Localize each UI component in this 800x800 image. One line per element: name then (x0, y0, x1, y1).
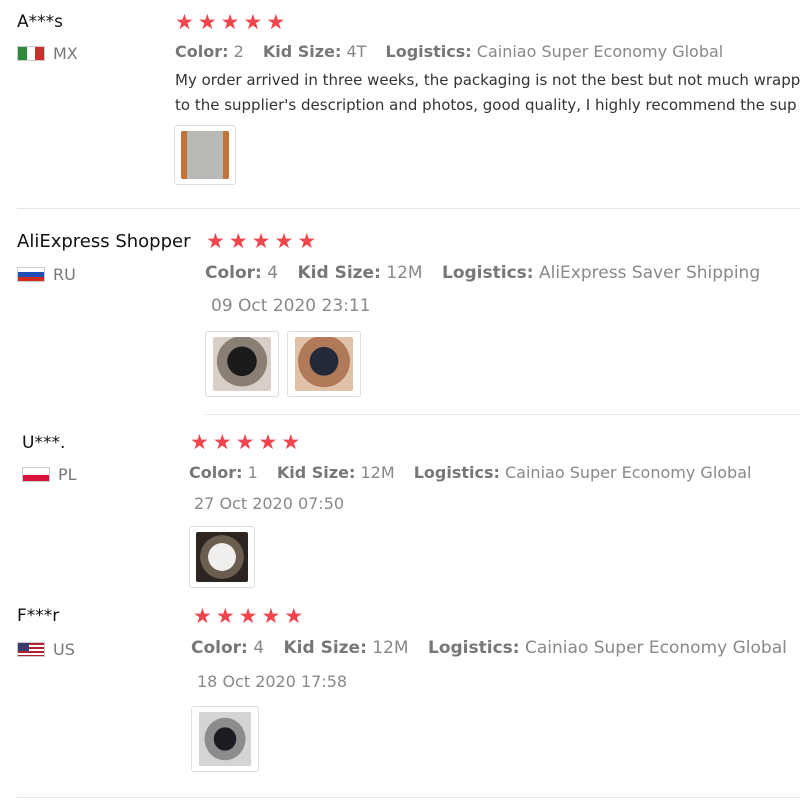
star-icon: ★ (220, 10, 240, 34)
logistics-label: Logistics: (442, 263, 534, 283)
logistics-value: Cainiao Super Economy Global (524, 638, 787, 658)
color-label: Color: (191, 638, 248, 658)
color-value: 2 (233, 42, 244, 61)
reviewer-name: A***s (17, 12, 63, 32)
reviewer-country: MX (17, 44, 78, 63)
star-icon: ★ (243, 10, 263, 34)
color-value: 4 (267, 263, 279, 283)
logistics-value: Cainiao Super Economy Global (476, 42, 724, 61)
photo-image (198, 712, 252, 766)
order-attributes: Color: 4 Kid Size: 12M Logistics: AliExp… (205, 263, 774, 283)
star-icon: ★ (190, 430, 209, 454)
star-rating: ★ ★ ★ ★ ★ (190, 432, 300, 453)
order-attributes: Color: 2 Kid Size: 4T Logistics: Cainiao… (175, 42, 737, 61)
star-icon: ★ (284, 604, 304, 628)
logistics-value: AliExpress Saver Shipping (538, 263, 761, 283)
reviewer-name: U***. (22, 433, 66, 453)
photo-image (295, 337, 353, 391)
size-label: Kid Size: (276, 463, 356, 482)
size-value: 12M (372, 638, 409, 658)
country-code: RU (53, 265, 76, 284)
star-icon: ★ (235, 430, 255, 454)
color-label: Color: (175, 42, 229, 61)
review-photo-thumbnail[interactable] (205, 331, 279, 397)
reviewer-name: AliExpress Shopper (17, 231, 191, 252)
photo-image (196, 531, 248, 583)
country-code: PL (58, 465, 77, 484)
review-text-line: My order arrived in three weeks, the pac… (175, 71, 800, 89)
logistics-value: Cainiao Super Economy Global (505, 463, 752, 482)
star-icon: ★ (274, 229, 294, 253)
star-rating: ★ ★ ★ ★ ★ (206, 231, 316, 252)
star-icon: ★ (193, 604, 212, 628)
star-icon: ★ (297, 229, 317, 253)
reviewer-country: PL (22, 465, 77, 484)
review-divider (205, 414, 800, 415)
size-value: 12M (360, 463, 395, 482)
star-icon: ★ (215, 604, 235, 628)
review-text-line: to the supplier's description and photos… (175, 96, 797, 114)
color-value: 4 (253, 638, 265, 658)
size-label: Kid Size: (283, 638, 367, 658)
country-code: US (53, 640, 75, 659)
review-photo-thumbnail[interactable] (287, 331, 361, 397)
order-attributes: Color: 4 Kid Size: 12M Logistics: Cainia… (191, 638, 800, 658)
photo-image (213, 337, 271, 391)
star-icon: ★ (228, 229, 248, 253)
usa-flag-icon (17, 642, 45, 657)
review-text: My order arrived in three weeks, the pac… (175, 68, 800, 118)
poland-flag-icon (22, 467, 50, 482)
star-icon: ★ (281, 430, 301, 454)
star-rating: ★ ★ ★ ★ ★ (193, 606, 303, 627)
order-attributes: Color: 1 Kid Size: 12M Logistics: Cainia… (189, 463, 765, 482)
star-icon: ★ (206, 229, 225, 253)
reviewer-name: F***r (17, 606, 60, 626)
mexico-flag-icon (17, 46, 45, 61)
reviewer-country: US (17, 640, 75, 659)
reviewer-country: RU (17, 265, 76, 284)
star-icon: ★ (261, 604, 281, 628)
star-icon: ★ (258, 430, 278, 454)
logistics-label: Logistics: (385, 42, 472, 61)
review-photo-thumbnail[interactable] (189, 526, 255, 588)
country-code: MX (53, 44, 78, 63)
review-date: 27 Oct 2020 07:50 (194, 494, 345, 513)
logistics-label: Logistics: (428, 638, 520, 658)
star-icon: ★ (212, 430, 232, 454)
review-divider (17, 797, 800, 798)
color-label: Color: (189, 463, 243, 482)
size-label: Kid Size: (262, 42, 342, 61)
star-icon: ★ (238, 604, 258, 628)
review-photo-thumbnail[interactable] (191, 706, 259, 772)
color-value: 1 (247, 463, 258, 482)
russia-flag-icon (17, 267, 45, 282)
size-label: Kid Size: (297, 263, 381, 283)
review-photo-thumbnail[interactable] (174, 125, 236, 185)
size-value: 4T (346, 42, 367, 61)
star-rating: ★ ★ ★ ★ ★ (175, 12, 285, 33)
review-date: 18 Oct 2020 17:58 (197, 672, 348, 691)
size-value: 12M (386, 263, 423, 283)
star-icon: ★ (266, 10, 286, 34)
star-icon: ★ (175, 10, 194, 34)
color-label: Color: (205, 263, 262, 283)
star-icon: ★ (251, 229, 271, 253)
review-date: 09 Oct 2020 23:11 (211, 296, 371, 316)
review-divider (17, 208, 800, 209)
logistics-label: Logistics: (413, 463, 500, 482)
star-icon: ★ (197, 10, 217, 34)
photo-image (181, 130, 229, 180)
